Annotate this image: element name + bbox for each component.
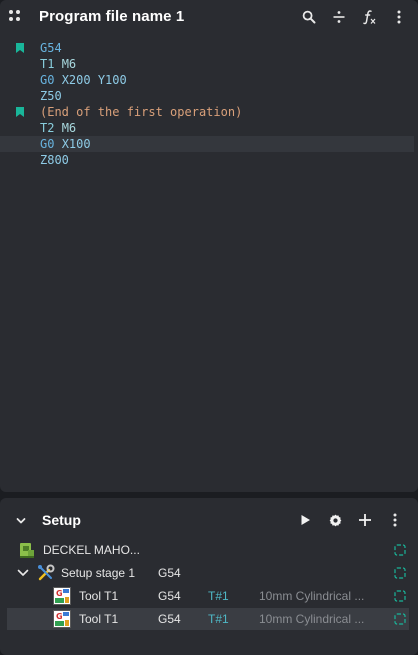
code-line-current[interactable]: G0 X100 — [0, 136, 414, 152]
program-editor-panel: Program file name 1 G54 T1 M6 G0 X200 Y100… — [0, 0, 418, 492]
tool-description: 10mm Cylindrical ... — [259, 612, 365, 626]
status-dashed-square-icon — [394, 544, 406, 556]
code-token: X100 — [61, 137, 91, 151]
tool-operation-icon: G — [52, 609, 72, 629]
code-text: G0 X200 Y100 — [40, 72, 127, 88]
drag-handle-icon[interactable] — [9, 10, 23, 24]
tree-row-machine[interactable]: DECKEL MAHO... — [7, 539, 409, 561]
program-title: Program file name 1 — [39, 8, 185, 25]
tool-wcs: G54 — [158, 612, 181, 626]
gear-icon[interactable] — [325, 510, 345, 530]
code-token: Y100 — [97, 73, 127, 87]
code-text: G54 — [40, 40, 62, 56]
status-dashed-square-icon — [394, 613, 406, 625]
search-icon[interactable] — [299, 7, 319, 27]
tools-wrench-icon — [36, 563, 56, 583]
code-token: G54 — [40, 41, 62, 55]
setup-title: Setup — [42, 512, 81, 528]
code-token: T2 — [40, 121, 55, 135]
bookmark-icon[interactable] — [16, 43, 24, 53]
bookmark-icon[interactable] — [16, 107, 24, 117]
tool-operation-icon: G — [52, 586, 72, 606]
function-icon[interactable] — [359, 7, 379, 27]
tool-wcs: G54 — [158, 589, 181, 603]
code-line[interactable]: T2 M6 — [0, 120, 418, 136]
code-token: G0 — [40, 73, 55, 87]
setup-stage-name: Setup stage 1 — [61, 566, 136, 580]
code-text: G0 X100 — [40, 136, 91, 152]
machine-name: DECKEL MAHO... — [43, 543, 140, 557]
code-line[interactable]: G54 — [0, 40, 418, 56]
code-text: T1 M6 — [40, 56, 76, 72]
machine-icon — [17, 540, 37, 560]
code-line[interactable]: Z800 — [0, 152, 418, 168]
tree-row-tool[interactable]: G Tool T1 G54 T#1 10mm Cylindrical ... — [7, 608, 409, 630]
setup-header: Setup — [0, 498, 418, 542]
setup-panel: Setup DECKEL MAHO... Setup stage 1 G54 G… — [0, 498, 418, 655]
editor-header: Program file name 1 — [0, 0, 418, 34]
code-text: T2 M6 — [40, 120, 76, 136]
code-line[interactable]: Z50 — [0, 88, 418, 104]
tree-row-setup-stage[interactable]: Setup stage 1 G54 — [7, 562, 409, 584]
svg-text:G: G — [56, 612, 63, 621]
tool-name: Tool T1 — [79, 612, 119, 626]
code-token: Z50 — [40, 89, 62, 103]
code-line[interactable]: (End of the first operation) — [0, 104, 418, 120]
more-vertical-icon[interactable] — [385, 510, 405, 530]
code-token: T1 — [40, 57, 55, 71]
setup-stage-wcs: G54 — [158, 566, 181, 580]
play-icon[interactable] — [295, 510, 315, 530]
tool-description: 10mm Cylindrical ... — [259, 589, 365, 603]
status-dashed-square-icon — [394, 590, 406, 602]
code-text: Z800 — [40, 152, 69, 168]
tree-row-tool[interactable]: G Tool T1 G54 T#1 10mm Cylindrical ... — [7, 585, 409, 607]
divide-icon[interactable] — [329, 7, 349, 27]
svg-text:G: G — [56, 589, 63, 598]
code-line[interactable]: T1 M6 — [0, 56, 418, 72]
tool-name: Tool T1 — [79, 589, 119, 603]
chevron-down-icon[interactable] — [17, 567, 29, 579]
code-line[interactable]: G0 X200 Y100 — [0, 72, 418, 88]
code-token: Z800 — [40, 153, 69, 167]
code-token: (End of the first operation) — [40, 105, 243, 119]
code-text: (End of the first operation) — [40, 104, 242, 120]
code-token: M6 — [61, 57, 77, 71]
tool-number: T#1 — [208, 612, 229, 626]
code-text: Z50 — [40, 88, 62, 104]
code-token: M6 — [61, 121, 77, 135]
status-dashed-square-icon — [394, 567, 406, 579]
more-vertical-icon[interactable] — [389, 7, 409, 27]
tool-number: T#1 — [208, 589, 229, 603]
plus-icon[interactable] — [355, 510, 375, 530]
chevron-down-icon[interactable] — [15, 514, 27, 526]
code-token: G0 — [40, 137, 55, 151]
code-token: X200 — [61, 73, 91, 87]
